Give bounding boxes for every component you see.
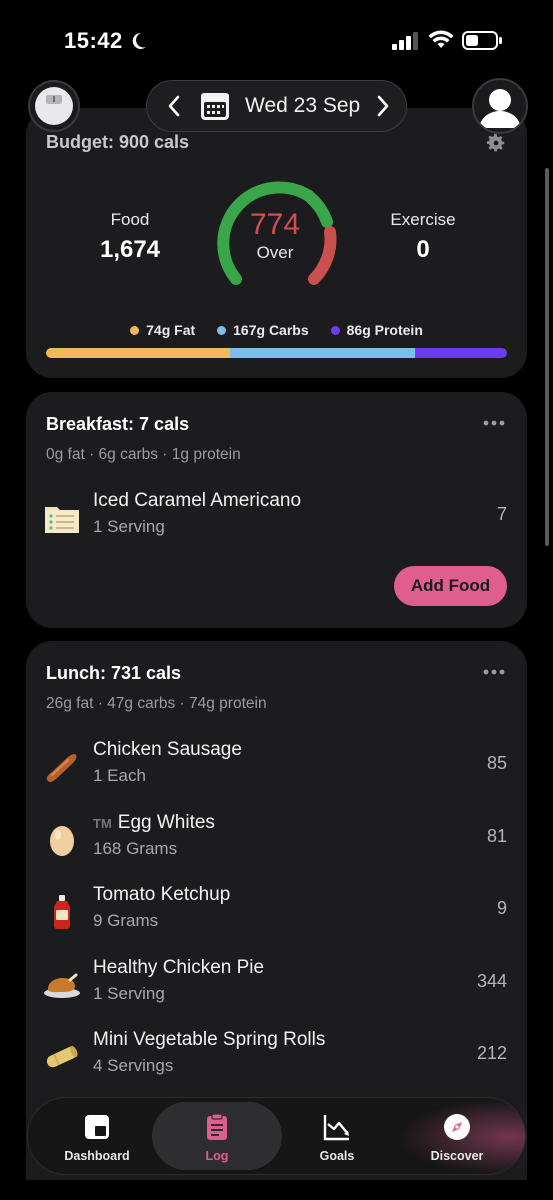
food-name: Mini Vegetable Spring Rolls xyxy=(93,1029,326,1050)
moon-icon xyxy=(132,32,146,49)
food-quantity: 1 Each xyxy=(93,766,146,785)
food-calories: 344 xyxy=(476,971,507,991)
carbs-dot-icon xyxy=(217,325,227,335)
food-item[interactable]: Tomato Ketchup 9 Grams 9 xyxy=(26,880,527,940)
food-calories: 212 xyxy=(476,1043,507,1063)
breakfast-card: Breakfast: 7 cals 0g fat · 6g carbs · 1g… xyxy=(26,392,527,628)
cellular-signal-icon xyxy=(392,32,418,50)
fat-dot-icon xyxy=(130,325,140,335)
food-item[interactable]: Mini Vegetable Spring Rolls 4 Servings 2… xyxy=(26,1025,527,1085)
more-options-icon[interactable] xyxy=(483,418,505,428)
food-quantity: 168 Grams xyxy=(93,839,178,858)
macro-bar-protein xyxy=(414,348,507,358)
food-calories-value: 1,674 xyxy=(99,236,161,263)
previous-day-button[interactable] xyxy=(157,80,191,132)
sausage-icon xyxy=(46,753,77,783)
food-name-text: Egg Whites xyxy=(117,812,215,833)
chevron-left-icon xyxy=(168,95,180,117)
meal-macro-summary: 26g fat · 47g carbs · 74g protein xyxy=(46,695,267,712)
bottom-fade xyxy=(0,1180,553,1200)
battery-icon xyxy=(462,31,502,50)
macro-carbs-label: 167g Carbs xyxy=(233,322,309,338)
protein-dot-icon xyxy=(330,325,340,335)
weigh-in-button[interactable] xyxy=(28,80,80,132)
scrollbar[interactable] xyxy=(545,168,549,546)
meal-macro-summary: 0g fat · 6g carbs · 1g protein xyxy=(46,446,241,463)
exercise-label: Exercise xyxy=(390,210,456,229)
status-time: 15:42 xyxy=(64,28,123,53)
scale-icon xyxy=(35,87,73,125)
date-selector[interactable]: Wed 23 Sep xyxy=(146,80,407,132)
tab-discover[interactable]: Discover xyxy=(392,1102,522,1170)
ketchup-icon xyxy=(54,895,70,929)
chevron-right-icon xyxy=(377,95,389,117)
profile-avatar-button[interactable] xyxy=(472,78,528,134)
spring-roll-icon xyxy=(46,1045,78,1068)
budget-card: Budget: 900 cals Food 1,674 Exercise 0 7… xyxy=(26,108,527,378)
macro-protein: 86g Protein xyxy=(330,322,423,338)
macro-fat-label: 74g Fat xyxy=(146,322,196,338)
food-quantity: 9 Grams xyxy=(93,911,159,930)
food-item[interactable]: Iced Caramel Americano 1 Serving 7 xyxy=(26,486,527,546)
food-item[interactable]: Healthy Chicken Pie 1 Serving 344 xyxy=(26,953,527,1013)
food-name: Tomato Ketchup xyxy=(93,884,231,905)
gear-icon[interactable] xyxy=(485,132,507,154)
exercise-calories-value: 0 xyxy=(416,236,430,263)
meal-title: Breakfast: 7 cals xyxy=(46,414,190,434)
food-quantity: 4 Servings xyxy=(93,1056,174,1075)
tab-goals[interactable]: Goals xyxy=(272,1102,402,1170)
food-calories: 81 xyxy=(486,826,507,846)
generic-food-icon xyxy=(45,507,79,533)
macro-legend: 74g Fat 167g Carbs 86g Protein xyxy=(26,322,527,338)
add-food-button[interactable]: Add Food xyxy=(394,566,507,606)
clipboard-icon xyxy=(207,1113,227,1140)
food-name: Iced Caramel Americano xyxy=(93,490,302,511)
food-label: Food xyxy=(110,210,150,229)
more-options-icon[interactable] xyxy=(483,667,505,677)
bottom-tab-bar: Dashboard Log Goals Discover xyxy=(27,1097,526,1175)
trademark-badge: TM xyxy=(93,816,112,831)
tab-log[interactable]: Log xyxy=(152,1102,282,1170)
food-calories: 85 xyxy=(486,753,507,773)
food-quantity: 1 Serving xyxy=(93,517,165,536)
roast-chicken-icon xyxy=(44,973,80,998)
food-name: Healthy Chicken Pie xyxy=(93,957,265,978)
macro-fat: 74g Fat xyxy=(130,322,195,338)
food-calories: 7 xyxy=(496,504,507,524)
budget-title: Budget: 900 cals xyxy=(46,132,190,152)
tab-label: Discover xyxy=(430,1149,484,1163)
wifi-icon xyxy=(428,30,454,48)
tab-label: Dashboard xyxy=(64,1149,130,1163)
dashboard-icon xyxy=(85,1115,109,1139)
tab-label: Goals xyxy=(319,1149,355,1163)
food-item[interactable]: TM Egg Whites 168 Grams 81 xyxy=(26,808,527,868)
user-avatar-icon xyxy=(479,89,521,128)
status-bar: 15:42 xyxy=(0,0,553,78)
current-date: Wed 23 Sep xyxy=(245,94,361,117)
egg-icon xyxy=(50,826,74,856)
tab-dashboard[interactable]: Dashboard xyxy=(32,1102,162,1170)
calendar-icon xyxy=(201,93,229,120)
macro-carbs: 167g Carbs xyxy=(217,322,309,338)
food-item[interactable]: Chicken Sausage 1 Each 85 xyxy=(26,735,527,795)
macro-protein-label: 86g Protein xyxy=(346,322,423,338)
macro-bar-fat xyxy=(46,348,231,358)
food-calories: 9 xyxy=(496,898,507,918)
macro-bar-carbs xyxy=(230,348,415,358)
next-day-button[interactable] xyxy=(366,80,400,132)
meal-title: Lunch: 731 cals xyxy=(46,663,182,683)
gauge-over-value: 774 xyxy=(249,208,301,241)
compass-icon xyxy=(444,1114,470,1140)
food-name: Chicken Sausage xyxy=(93,739,242,760)
gauge-over-label: Over xyxy=(256,243,294,262)
tab-label: Log xyxy=(205,1149,229,1163)
food-quantity: 1 Serving xyxy=(93,984,165,1003)
macro-bar xyxy=(46,348,507,358)
chart-icon xyxy=(323,1115,349,1141)
food-name: TM Egg Whites xyxy=(93,812,215,834)
